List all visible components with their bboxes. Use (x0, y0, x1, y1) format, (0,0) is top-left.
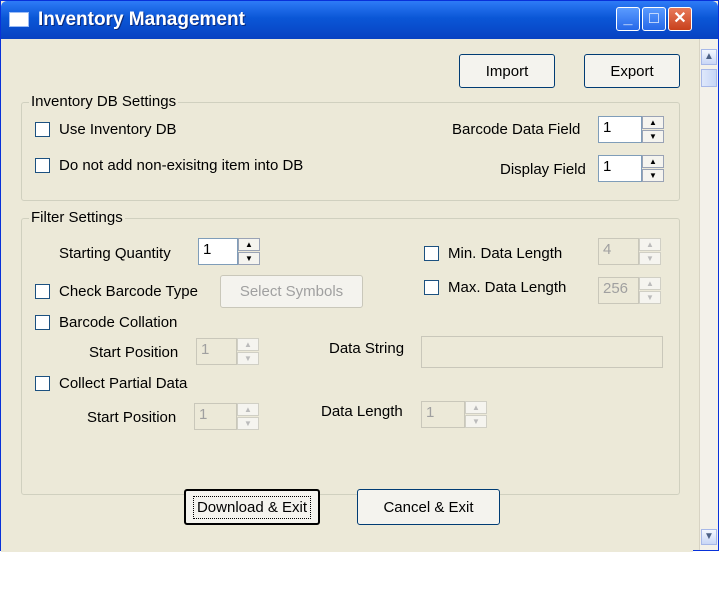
spin-up-icon[interactable]: ▲ (238, 238, 260, 251)
spin-down-icon: ▼ (237, 352, 259, 365)
maximize-button[interactable]: □ (642, 7, 666, 31)
spin-up-icon[interactable]: ▲ (642, 155, 664, 168)
vertical-scrollbar[interactable]: ▲ ▼ (699, 39, 718, 550)
min-data-length-checkbox[interactable] (424, 246, 439, 261)
max-data-length-input: 256 (598, 277, 639, 304)
min-data-length-label: Min. Data Length (448, 245, 563, 262)
minimize-button[interactable]: _ (616, 7, 640, 31)
close-icon: ✕ (673, 10, 687, 27)
data-string-input (421, 336, 663, 368)
app-icon (9, 12, 29, 27)
min-data-length-spinner: 4 ▲ ▼ (598, 238, 661, 265)
spin-up-icon: ▲ (639, 238, 661, 251)
import-button[interactable]: Import (459, 54, 555, 88)
use-inventory-db-label: Use Inventory DB (59, 121, 177, 138)
download-exit-label: Download & Exit (192, 495, 312, 519)
select-symbols-button: Select Symbols (220, 275, 363, 308)
export-button[interactable]: Export (584, 54, 680, 88)
group-title: Filter Settings (29, 209, 125, 226)
spin-up-icon: ▲ (639, 277, 661, 290)
spin-down-icon: ▼ (237, 417, 259, 430)
spin-down-icon[interactable]: ▼ (642, 130, 664, 143)
data-length-label: Data Length (321, 403, 403, 420)
group-title: Inventory DB Settings (29, 93, 179, 110)
data-string-label: Data String (329, 340, 405, 357)
spin-up-icon: ▲ (237, 403, 259, 416)
spin-down-icon: ▼ (639, 291, 661, 304)
starting-quantity-input[interactable]: 1 (198, 238, 238, 265)
barcode-collation-checkbox[interactable] (35, 315, 50, 330)
check-barcode-type-label: Check Barcode Type (59, 283, 198, 300)
inventory-management-window: Inventory Management _ □ ✕ Import Export… (0, 0, 719, 552)
spin-up-icon: ▲ (237, 338, 259, 351)
inventory-db-settings-group: Inventory DB Settings (21, 93, 680, 201)
scroll-thumb[interactable] (701, 69, 717, 87)
barcode-data-field-spinner[interactable]: 1 ▲ ▼ (598, 116, 664, 143)
no-add-nonexisting-label: Do not add non-exisitng item into DB (59, 157, 304, 174)
min-data-length-input: 4 (598, 238, 639, 265)
scroll-down-icon[interactable]: ▼ (701, 529, 717, 545)
use-inventory-db-checkbox[interactable] (35, 122, 50, 137)
partial-start-position-label: Start Position (87, 409, 177, 426)
barcode-collation-label: Barcode Collation (59, 314, 178, 331)
collation-start-position-input: 1 (196, 338, 237, 365)
window-title: Inventory Management (38, 9, 245, 30)
spin-up-icon[interactable]: ▲ (642, 116, 664, 129)
download-exit-button[interactable]: Download & Exit (184, 489, 320, 525)
collation-start-position-spinner: 1 ▲ ▼ (196, 338, 259, 365)
maximize-icon: □ (649, 10, 659, 27)
check-barcode-type-checkbox[interactable] (35, 284, 50, 299)
barcode-data-field-label: Barcode Data Field (452, 121, 581, 138)
minimize-icon: _ (623, 10, 633, 27)
close-button[interactable]: ✕ (668, 7, 692, 31)
collation-start-position-label: Start Position (89, 344, 179, 361)
no-add-nonexisting-checkbox[interactable] (35, 158, 50, 173)
collect-partial-data-checkbox[interactable] (35, 376, 50, 391)
max-data-length-label: Max. Data Length (448, 279, 567, 296)
spin-down-icon[interactable]: ▼ (238, 252, 260, 265)
spin-up-icon: ▲ (465, 401, 487, 414)
partial-start-position-spinner: 1 ▲ ▼ (194, 403, 259, 430)
data-length-spinner: 1 ▲ ▼ (421, 401, 487, 428)
barcode-data-field-input[interactable]: 1 (598, 116, 642, 143)
starting-quantity-label: Starting Quantity (59, 245, 171, 262)
spin-down-icon: ▼ (639, 252, 661, 265)
display-field-input[interactable]: 1 (598, 155, 642, 182)
title-bar[interactable]: Inventory Management _ □ ✕ (1, 1, 718, 39)
starting-quantity-spinner[interactable]: 1 ▲ ▼ (198, 238, 260, 265)
partial-start-position-input: 1 (194, 403, 237, 430)
max-data-length-checkbox[interactable] (424, 280, 439, 295)
dialog-content: Import Export Inventory DB Settings Use … (1, 39, 693, 552)
cancel-exit-button[interactable]: Cancel & Exit (357, 489, 500, 525)
spin-down-icon: ▼ (465, 415, 487, 428)
max-data-length-spinner: 256 ▲ ▼ (598, 277, 661, 304)
scroll-up-icon[interactable]: ▲ (701, 49, 717, 65)
spin-down-icon[interactable]: ▼ (642, 169, 664, 182)
display-field-label: Display Field (500, 161, 586, 178)
data-length-input: 1 (421, 401, 465, 428)
display-field-spinner[interactable]: 1 ▲ ▼ (598, 155, 664, 182)
collect-partial-data-label: Collect Partial Data (59, 375, 188, 392)
